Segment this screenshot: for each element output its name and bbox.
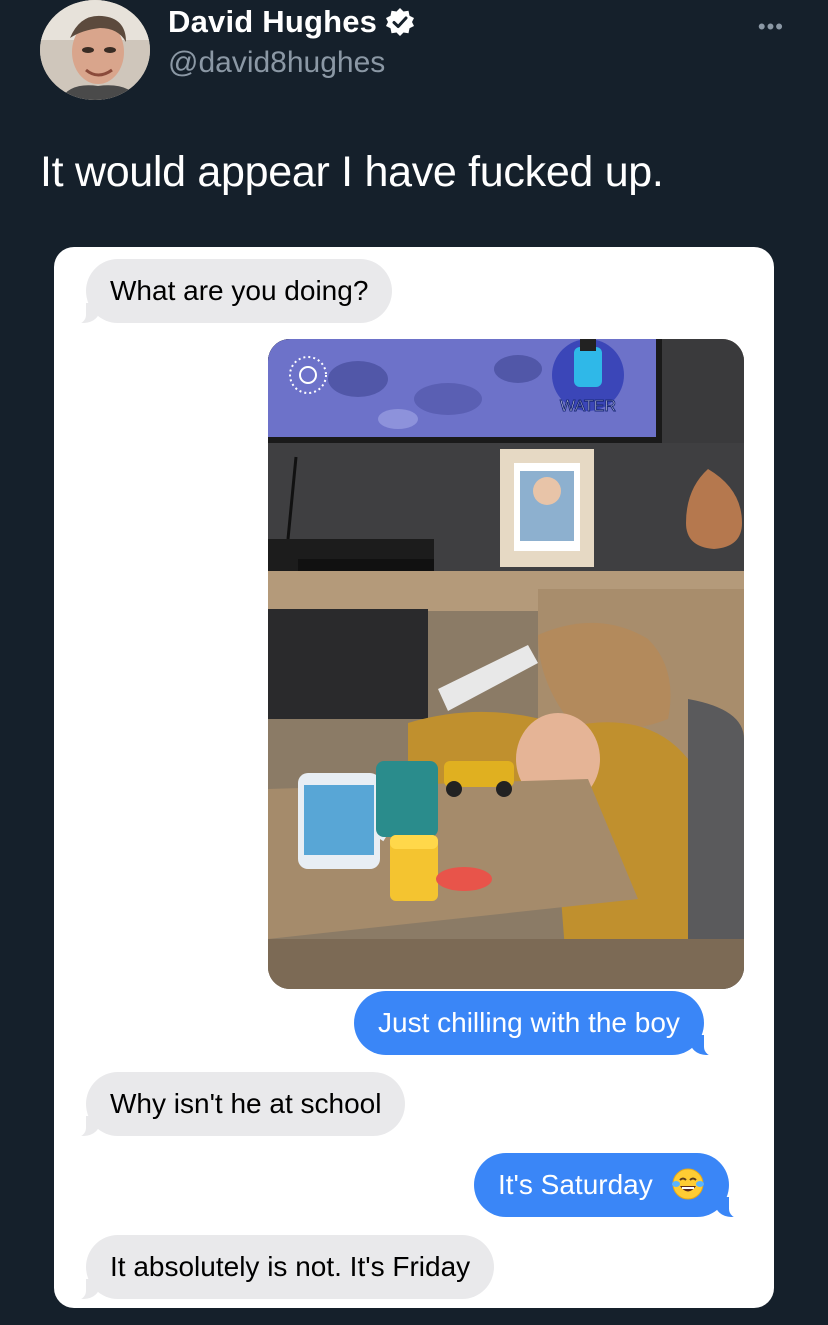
message-photo: WATER bbox=[268, 339, 744, 989]
message-text: Why isn't he at school bbox=[110, 1088, 382, 1119]
photo-label-water: WATER bbox=[560, 398, 616, 415]
message-bubble-received: Why isn't he at school bbox=[67, 1072, 406, 1138]
message-text: It absolutely is not. It's Friday bbox=[110, 1251, 471, 1282]
message-bubble-received: It absolutely is not. It's Friday bbox=[67, 1235, 495, 1301]
attached-screenshot[interactable]: What are you doing? WATER Just chilling … bbox=[54, 247, 774, 1308]
author-name-row: David Hughes bbox=[168, 4, 415, 40]
more-options-icon[interactable]: ••• bbox=[758, 14, 784, 40]
author-handle[interactable]: @david8hughes bbox=[168, 46, 385, 80]
verified-badge-icon bbox=[385, 7, 415, 37]
message-text: It's Saturday bbox=[498, 1169, 653, 1200]
message-text: Just chilling with the boy bbox=[378, 1007, 680, 1038]
message-bubble-received: What are you doing? bbox=[67, 259, 393, 325]
avatar[interactable] bbox=[40, 0, 150, 100]
avatar-photo bbox=[40, 0, 150, 100]
message-text: What are you doing? bbox=[110, 275, 369, 306]
tweet-text: It would appear I have fucked up. bbox=[40, 148, 664, 196]
face-with-tears-of-joy-icon bbox=[671, 1160, 705, 1200]
message-bubble-sent: It's Saturday bbox=[474, 1153, 747, 1219]
author-display-name[interactable]: David Hughes bbox=[168, 4, 377, 40]
message-bubble-sent: Just chilling with the boy bbox=[354, 991, 722, 1057]
